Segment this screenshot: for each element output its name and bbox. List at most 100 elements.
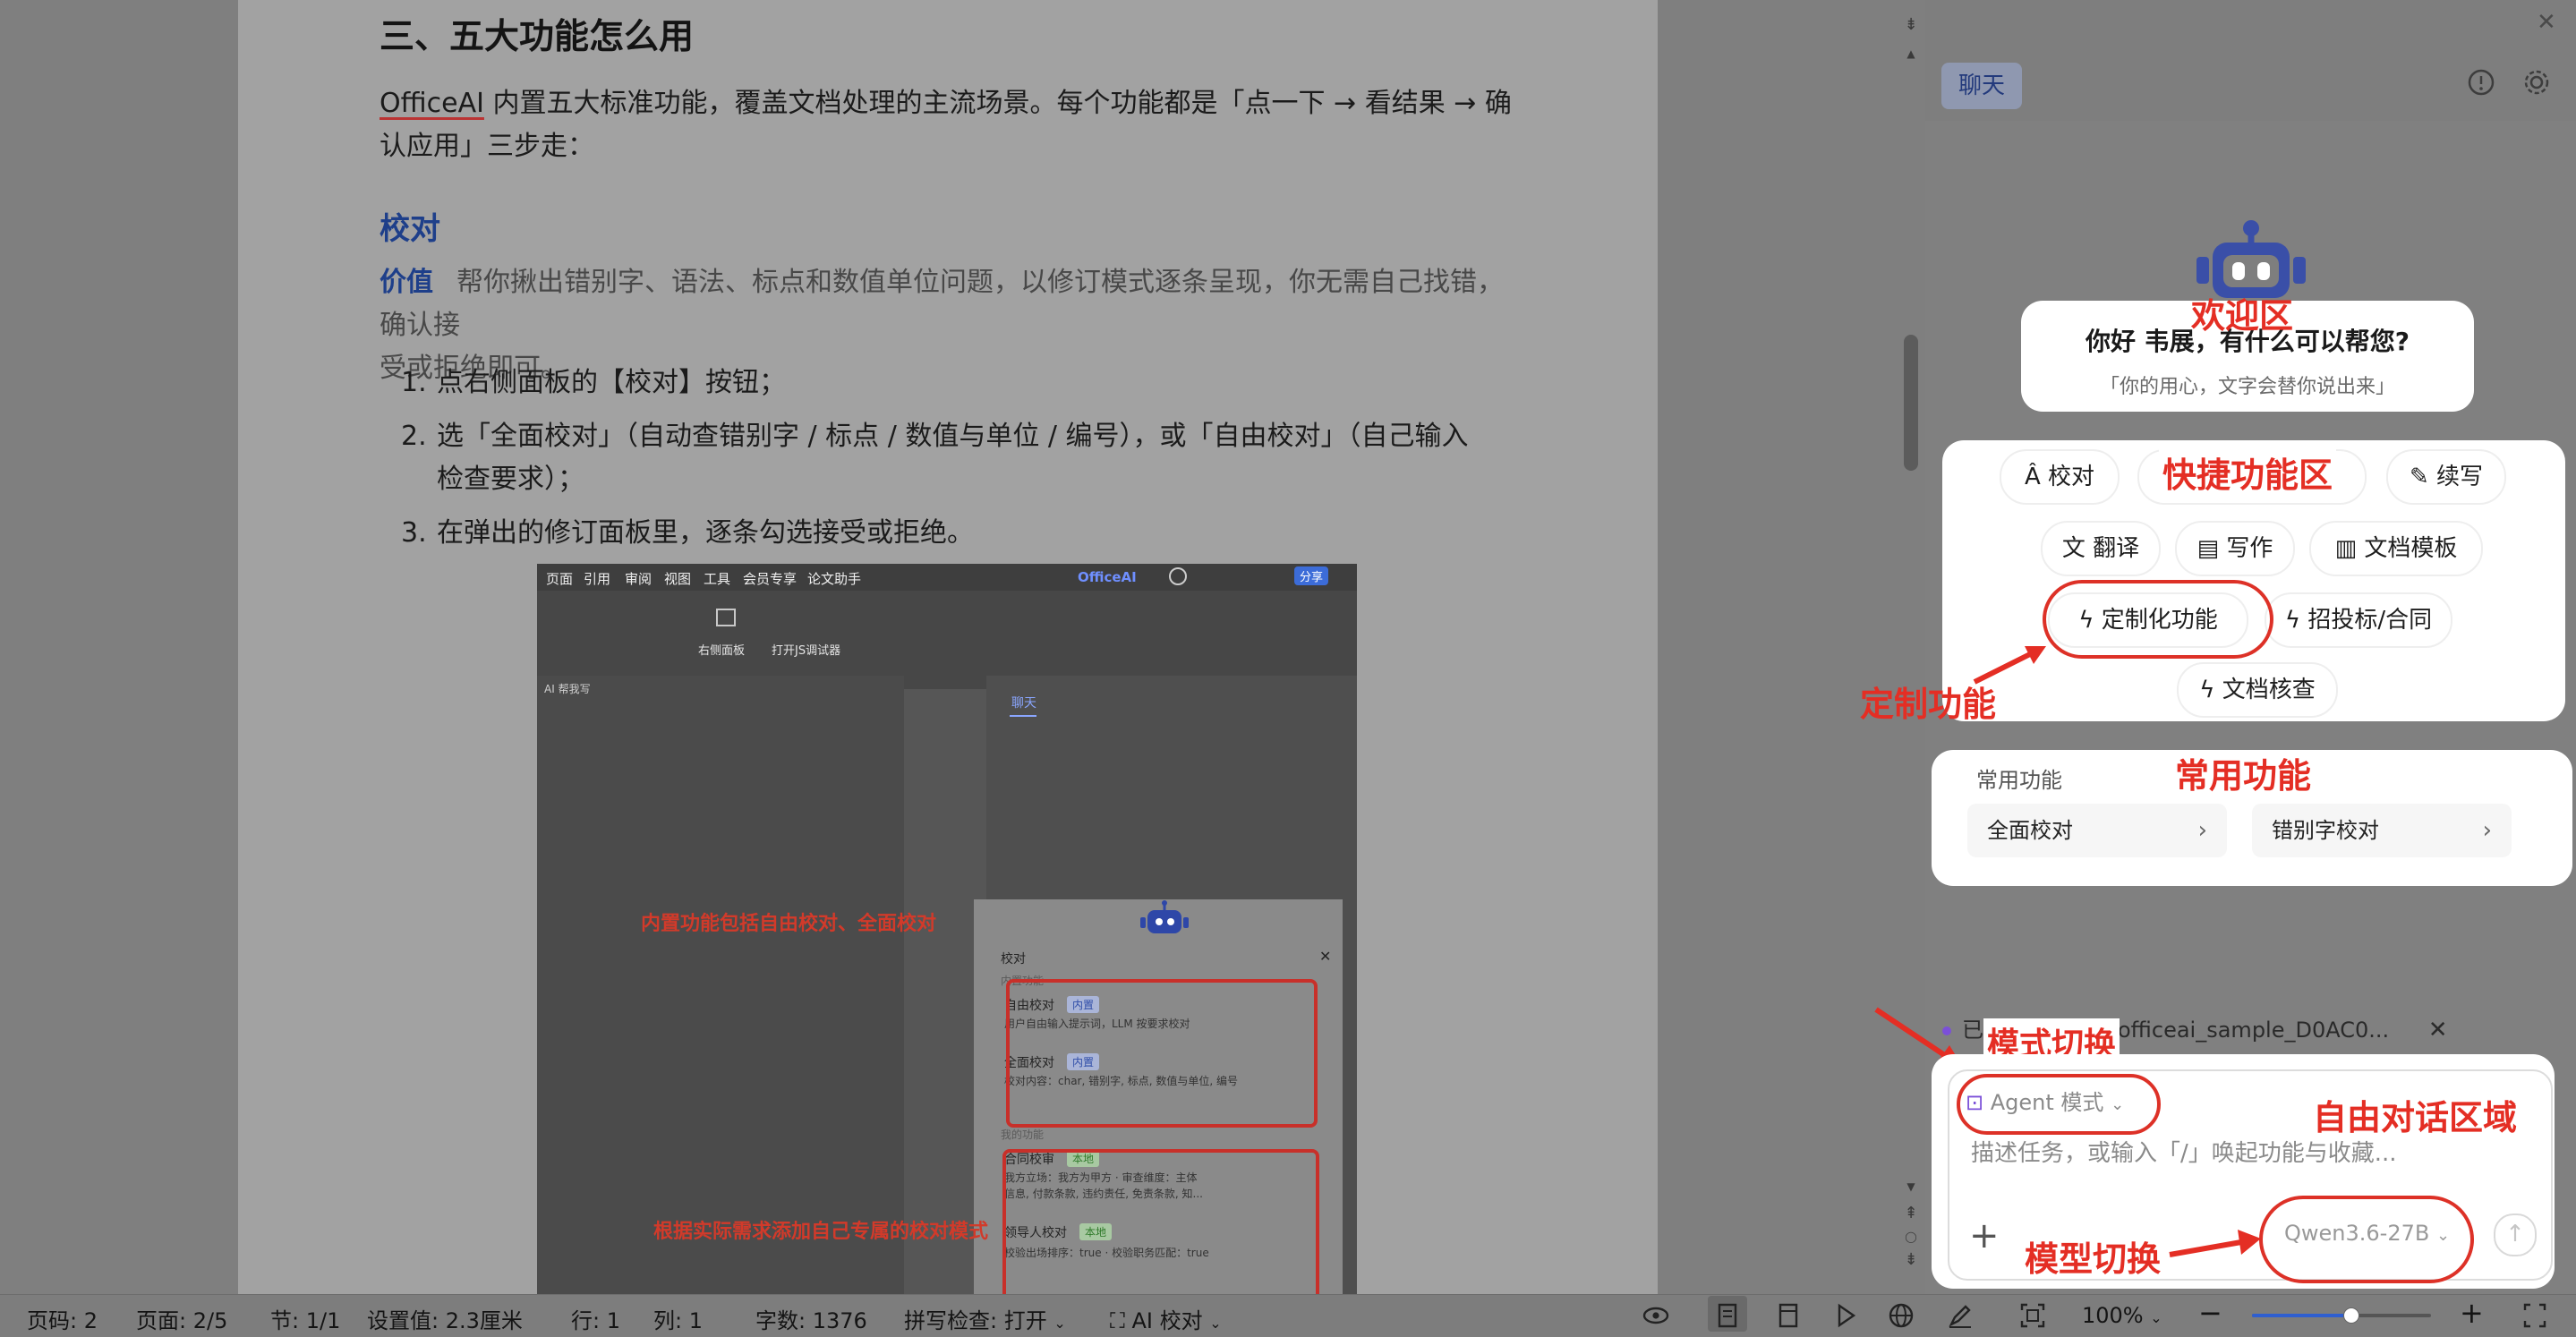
common-item-typo-proofread[interactable]: 错别字校对 › xyxy=(2252,804,2512,857)
common-item-full-proofread[interactable]: 全面校对 › xyxy=(1967,804,2227,857)
custom-function-highlight xyxy=(2043,580,2273,659)
file-name: officeai_sample_D0AC0... xyxy=(2118,1018,2390,1043)
remove-file-icon[interactable]: ✕ xyxy=(2428,1017,2448,1043)
chat-input-placeholder[interactable]: 描述任务，或输入「/」唤起功能与收藏... xyxy=(1971,1135,2397,1168)
chevron-down-icon: ⌄ xyxy=(2150,1309,2162,1326)
doc-template-button[interactable]: ▥ 文档模板 xyxy=(2309,521,2483,576)
ai-proofread-menu[interactable]: ⛶ AI 校对 ⌄ xyxy=(1110,1303,1222,1334)
prev-page-icon[interactable]: ⇞ xyxy=(1902,1205,1920,1222)
step-text: 在弹出的修订面板里，逐条勾选接受或拒绝。 xyxy=(437,517,974,549)
proofread-button[interactable]: Â 校对 xyxy=(2000,449,2120,505)
button-label: 招投标/合同 xyxy=(2307,607,2433,634)
button-label: 续写 xyxy=(2436,464,2484,490)
panel-close-icon[interactable]: ✕ xyxy=(2537,9,2556,36)
spell-check-toggle[interactable]: 拼写检查: 打开 ⌄ xyxy=(904,1303,1066,1334)
embed-annotation: 内置功能包括自由校对、全面校对 xyxy=(641,913,937,935)
spell-check-label: 拼写检查: 打开 xyxy=(904,1308,1047,1333)
zoom-out-button[interactable]: − xyxy=(2198,1296,2222,1330)
embed-robot-icon xyxy=(1140,900,1189,933)
zoom-slider-track[interactable] xyxy=(2252,1307,2431,1324)
status-page-code[interactable]: 页码: 2 xyxy=(27,1303,98,1334)
page-select-icon[interactable]: ◯ xyxy=(1902,1228,1920,1246)
step-item: 2. 选「全面校对」（自动查错别字 / 标点 / 数值与单位 / 编号），或「自由… xyxy=(401,415,1529,501)
document-margin-left xyxy=(0,0,238,1294)
web-view-icon[interactable] xyxy=(1887,1299,1915,1332)
send-button[interactable]: ↑ xyxy=(2494,1214,2537,1256)
step-number: 3. xyxy=(401,517,427,549)
status-word-count[interactable]: 字数: 1376 xyxy=(755,1303,867,1334)
status-page[interactable]: 页面: 2/5 xyxy=(136,1303,227,1334)
step-text: 选「全面校对」（自动查错别字 / 标点 / 数值与单位 / 编号），或「自由校对… xyxy=(437,421,1469,452)
scrollbar-thumb[interactable] xyxy=(1904,335,1918,471)
chevron-down-icon: ⌄ xyxy=(1053,1315,1066,1332)
common-item-label: 错别字校对 xyxy=(2272,818,2379,843)
fit-page-icon[interactable] xyxy=(2017,1299,2048,1332)
annotation-quick: 快捷功能区 xyxy=(2159,447,2337,497)
translate-button[interactable]: 文 翻译 xyxy=(2041,521,2161,576)
embed-ribbon-item: 打开JS调试器 xyxy=(772,644,841,658)
writing-mode-icon[interactable] xyxy=(1946,1299,1975,1332)
settings-icon[interactable] xyxy=(2522,68,2551,97)
annotation-free-chat: 自由对话区域 xyxy=(2313,1098,2518,1137)
embed-menu-item: 会员专享 xyxy=(743,571,798,587)
zoom-level[interactable]: 100% ⌄ xyxy=(2082,1303,2162,1328)
page-view-icon[interactable] xyxy=(1715,1299,1740,1332)
status-col[interactable]: 列: 1 xyxy=(653,1303,703,1334)
embed-menu-item: 论文助手 xyxy=(807,571,862,587)
embed-close-icon: ✕ xyxy=(1319,948,1332,965)
bidding-contract-button[interactable]: ϟ 招投标/合同 xyxy=(2265,592,2452,648)
add-attachment-button[interactable]: + xyxy=(1969,1215,2000,1256)
translate-icon: 文 xyxy=(2061,535,2086,562)
status-row[interactable]: 行: 1 xyxy=(571,1303,620,1334)
button-label: 写作 xyxy=(2226,535,2273,562)
continue-write-button[interactable]: ✎ 续写 xyxy=(2386,449,2506,505)
value-label: 价值 xyxy=(380,267,433,298)
proofread-icon: Â xyxy=(2024,464,2041,490)
eye-protect-icon[interactable] xyxy=(1642,1299,1670,1332)
next-page-icon[interactable]: ⇟ xyxy=(1902,1251,1920,1269)
ai-proofread-label: AI 校对 xyxy=(1131,1308,1203,1333)
embed-share-button: 分享 xyxy=(1294,566,1329,585)
scroll-down-icon[interactable]: ▼ xyxy=(1902,1178,1920,1196)
embed-my-label: 我的功能 xyxy=(1001,1128,1045,1141)
status-section[interactable]: 节: 1/1 xyxy=(270,1303,340,1334)
fullscreen-icon[interactable] xyxy=(2521,1299,2549,1332)
tab-chat[interactable]: 聊天 xyxy=(1941,63,2022,109)
annotation-arrow-icon xyxy=(2169,1230,2261,1257)
step-number: 2. xyxy=(401,421,427,452)
lightning-icon: ϟ xyxy=(2284,607,2301,634)
write-button[interactable]: ▤ 写作 xyxy=(2175,521,2295,576)
intro-line-2: 认应用」三步走： xyxy=(380,131,594,162)
doc-check-button[interactable]: ϟ 文档核查 xyxy=(2177,662,2338,718)
common-functions-title: 常用功能 xyxy=(1976,768,2062,793)
embed-chat-tab: 聊天 xyxy=(1011,696,1036,711)
embed-menu-item: 引用 xyxy=(584,571,611,587)
zoom-label: 100% xyxy=(2082,1303,2144,1328)
scroll-up-icon[interactable]: ▲ xyxy=(1902,45,1920,63)
play-icon[interactable] xyxy=(1833,1299,1858,1332)
embed-menu-item: 工具 xyxy=(704,571,731,587)
zoom-in-button[interactable]: + xyxy=(2460,1296,2484,1330)
step-item: 1. 点右侧面板的【校对】按钮； xyxy=(401,362,1529,405)
step-number: 1. xyxy=(401,367,427,398)
embed-left-pane: AI 帮我写 xyxy=(537,676,904,1294)
embed-builtin-highlight xyxy=(1006,979,1318,1128)
intro-paragraph: OfficeAI 内置五大标准功能，覆盖文档处理的主流场景。每个功能都是「点一下… xyxy=(380,82,1525,168)
annotation-common: 常用功能 xyxy=(2175,756,2312,796)
scroll-split-icon[interactable]: ⇟ xyxy=(1902,16,1920,34)
panel-header xyxy=(1925,0,2576,121)
zoom-slider-thumb[interactable] xyxy=(2343,1307,2359,1324)
status-setting[interactable]: 设置值: 2.3厘米 xyxy=(367,1303,523,1334)
step-item: 3. 在弹出的修订面板里，逐条勾选接受或拒绝。 xyxy=(401,512,1529,555)
embed-tab-underline xyxy=(1010,715,1036,717)
ai-proofread-icon: ⛶ xyxy=(1110,1308,1125,1333)
lightning-icon: ϟ xyxy=(2199,677,2215,703)
annotation-welcome: 欢迎区 xyxy=(2191,296,2294,336)
document-scrollbar[interactable] xyxy=(1897,0,1925,1294)
outline-view-icon[interactable] xyxy=(1776,1299,1801,1332)
info-icon[interactable] xyxy=(2467,68,2495,97)
embed-ribbon-item: 右侧面板 xyxy=(698,644,746,658)
agent-mode-highlight xyxy=(1957,1074,2161,1135)
zoom-slider-fill xyxy=(2252,1314,2350,1317)
section-subheading: 校对 xyxy=(380,211,440,247)
